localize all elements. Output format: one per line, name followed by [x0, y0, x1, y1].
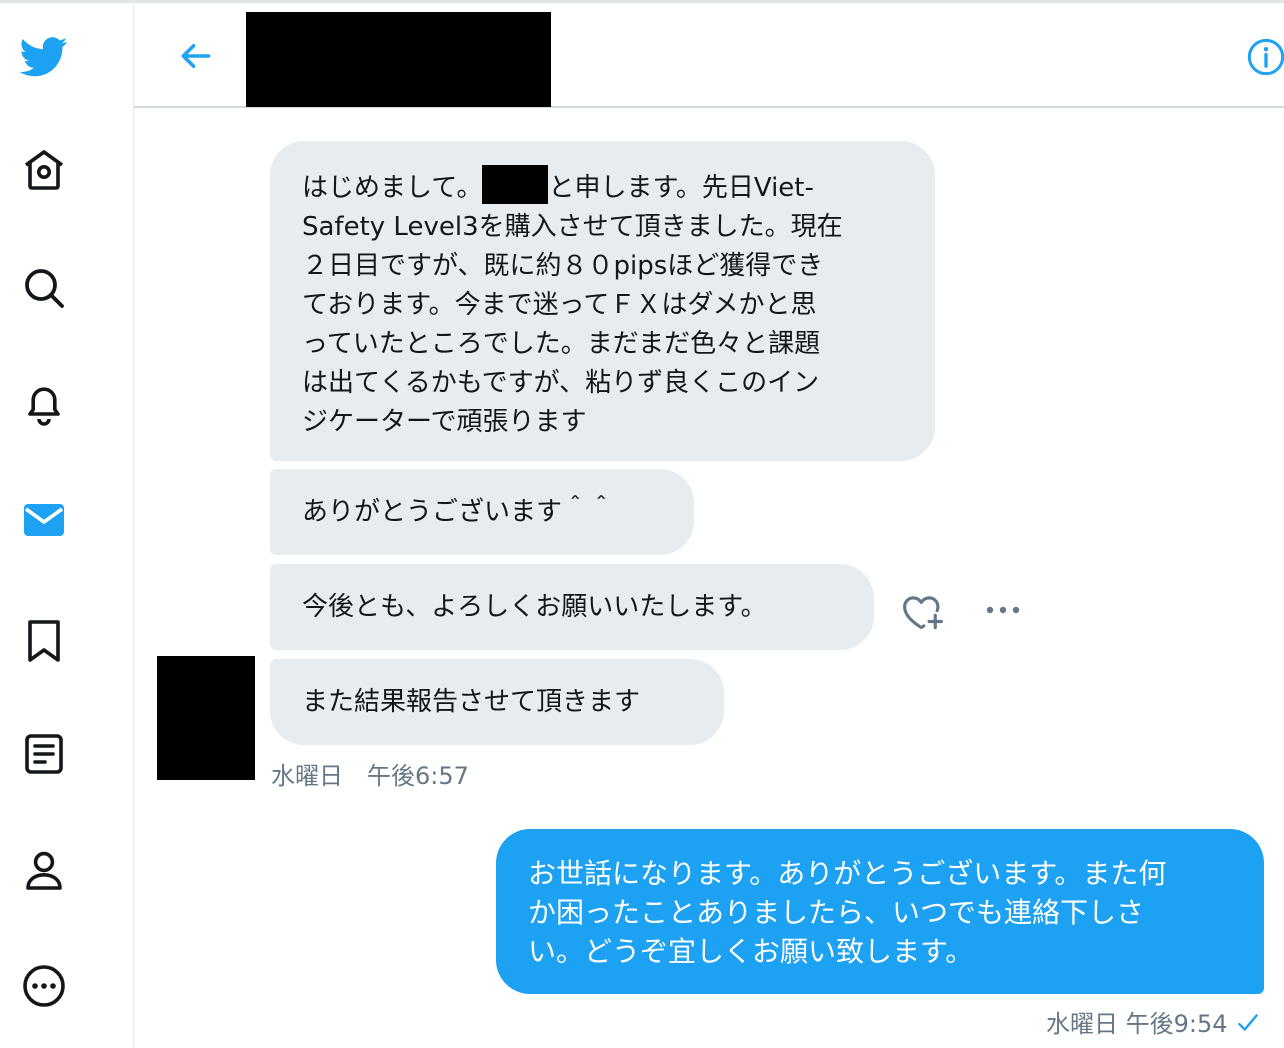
received-message-bubble[interactable]: ありがとうございます＾＾ — [270, 469, 694, 555]
message-line: ております。今まで迷ってＦＸはダメかと思 — [302, 290, 817, 320]
sent-message-bubble[interactable]: お世話になります。ありがとうございます。また何 か困ったことありましたら、いつで… — [496, 829, 1264, 994]
more-icon[interactable] — [14, 956, 74, 1016]
sidebar-nav — [0, 0, 134, 1048]
redacted-contact-name — [246, 12, 551, 107]
twitter-bird-icon — [20, 37, 68, 77]
search-icon[interactable] — [14, 258, 74, 318]
received-message-bubble[interactable]: また結果報告させて頂きます — [270, 659, 724, 745]
sent-timestamp: 水曜日 午後9:54 — [1046, 1004, 1261, 1039]
heart-plus-icon[interactable] — [900, 590, 946, 632]
received-timestamp: 水曜日 午後6:57 — [271, 762, 469, 790]
check-icon — [1238, 1014, 1259, 1031]
twitter-logo-icon[interactable] — [14, 26, 74, 86]
message-line: っていたところでした。まだまだ色々と課題 — [302, 329, 821, 359]
info-icon[interactable] — [1246, 37, 1284, 77]
message-line: ２日目ですが、既に約８０pipsほど獲得でき — [302, 251, 824, 281]
mail-icon[interactable] — [14, 490, 74, 550]
home-icon[interactable] — [14, 140, 74, 200]
bookmark-icon[interactable] — [14, 610, 74, 670]
bell-icon[interactable] — [14, 374, 74, 434]
message-line: は出てくるかもですが、粘りず良くこのイン — [302, 368, 820, 398]
profile-icon[interactable] — [14, 840, 74, 900]
message-text: ありがとうございます＾＾ — [302, 497, 615, 527]
message-line: い。どうぞ宜しくお願い致します。 — [528, 935, 974, 968]
redacted-avatar[interactable] — [157, 656, 255, 780]
back-button[interactable] — [172, 32, 220, 80]
message-line: か困ったことありましたら、いつでも連絡下しさ — [528, 896, 1145, 929]
list-icon[interactable] — [14, 724, 74, 784]
received-message-bubble[interactable]: はじめまして。 と申します。先日Viet- Safety Level3を購入させて… — [270, 141, 935, 461]
message-line: Safety Level3を購入させて頂きました。現在 — [302, 212, 843, 242]
received-message-bubble[interactable]: 今後とも、よろしくお願いいたします。 — [270, 564, 874, 650]
message-text: 今後とも、よろしくお願いいたします。 — [302, 592, 767, 622]
back-arrow-icon — [181, 43, 211, 69]
message-text: また結果報告させて頂きます — [302, 687, 641, 717]
message-line: お世話になります。ありがとうございます。また何 — [528, 857, 1167, 890]
more-horizontal-icon[interactable] — [984, 596, 1022, 624]
sent-timestamp-text: 水曜日 午後9:54 — [1046, 1010, 1228, 1038]
message-line: はじめまして。 と申します。先日Viet- — [302, 165, 903, 208]
conversation-header — [134, 0, 1284, 108]
redacted-sender-name — [482, 165, 549, 204]
message-line: ジケーターで頑張ります — [302, 407, 587, 437]
